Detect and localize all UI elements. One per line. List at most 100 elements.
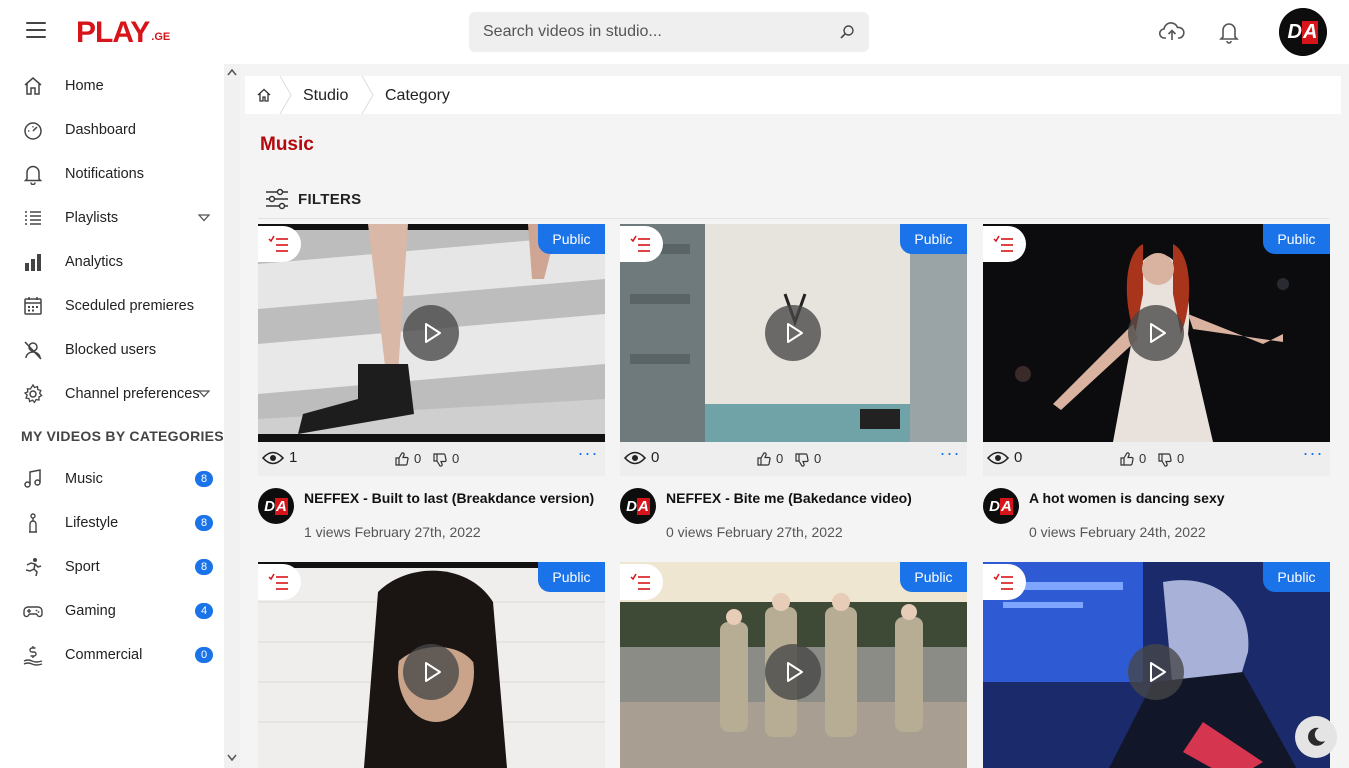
channel-avatar[interactable]: DA <box>258 488 294 524</box>
video-info: DA NEFFEX - Built to last (Breakdance ve… <box>258 486 605 546</box>
watch-later-button[interactable] <box>983 564 1026 600</box>
notification-bell-icon[interactable] <box>1216 20 1242 44</box>
divider <box>258 218 1329 219</box>
breadcrumb-category[interactable]: Category <box>385 87 450 105</box>
dislike-count: 0 <box>1177 451 1185 466</box>
view-count: 0 <box>651 449 660 466</box>
sidebar: Home Dashboard Notifications Playlists A… <box>0 64 224 768</box>
video-thumbnail[interactable]: Public <box>620 224 967 442</box>
sidebar-item-scheduled-premieres[interactable]: Sceduled premieres <box>0 284 224 328</box>
sidebar-item-notifications[interactable]: Notifications <box>0 152 224 196</box>
thumbs-up-icon[interactable] <box>757 452 771 466</box>
view-count: 0 <box>1014 449 1023 466</box>
eye-icon <box>624 451 646 465</box>
category-item-lifestyle[interactable]: Lifestyle 8 <box>0 501 224 545</box>
sidebar-item-home[interactable]: Home <box>0 64 224 108</box>
visibility-badge: Public <box>900 562 967 592</box>
watch-later-button[interactable] <box>620 564 663 600</box>
sidebar-scrollbar[interactable] <box>224 64 240 768</box>
search-input[interactable] <box>483 12 823 52</box>
more-options-button[interactable]: ··· <box>571 442 605 476</box>
category-item-gaming[interactable]: Gaming 4 <box>0 589 224 633</box>
like-count: 0 <box>1139 451 1147 466</box>
watch-later-button[interactable] <box>620 226 663 262</box>
sliders-icon <box>266 188 288 210</box>
sidebar-item-channel-preferences[interactable]: Channel preferences <box>0 372 224 416</box>
more-options-button[interactable]: ··· <box>1296 442 1330 476</box>
more-options-button[interactable]: ··· <box>933 442 967 476</box>
breadcrumb-home-icon[interactable] <box>257 88 271 102</box>
video-meta: 0 views February 27th, 2022 <box>666 524 843 540</box>
video-thumbnail[interactable]: Public <box>258 224 605 442</box>
watch-later-button[interactable] <box>983 226 1026 262</box>
chevron-down-icon[interactable] <box>198 214 210 222</box>
sidebar-item-playlists[interactable]: Playlists <box>0 196 224 240</box>
hamburger-menu-icon[interactable] <box>26 22 46 40</box>
play-button[interactable] <box>1128 644 1184 700</box>
visibility-badge: Public <box>538 224 605 254</box>
bell-icon <box>23 165 43 185</box>
video-title[interactable]: NEFFEX - Bite me (Bakedance video) <box>666 490 966 506</box>
video-info: DA NEFFEX - Bite me (Bakedance video) 0 … <box>620 486 967 546</box>
sidebar-item-blocked-users[interactable]: Blocked users <box>0 328 224 372</box>
upload-cloud-icon[interactable] <box>1159 20 1185 44</box>
play-button[interactable] <box>1128 305 1184 361</box>
category-label: Music <box>65 471 103 487</box>
logo[interactable]: PLAY .GE <box>76 14 170 50</box>
visibility-badge: Public <box>900 224 967 254</box>
thumbs-down-icon[interactable] <box>795 453 809 467</box>
count-badge: 8 <box>195 515 213 531</box>
calendar-icon <box>24 297 42 315</box>
video-stats: 0 0 0 ··· <box>620 442 967 476</box>
video-title[interactable]: NEFFEX - Built to last (Breakdance versi… <box>304 490 604 506</box>
sidebar-item-label: Dashboard <box>65 122 136 138</box>
breadcrumb-studio[interactable]: Studio <box>303 87 348 105</box>
top-bar: PLAY .GE DA <box>0 0 1349 64</box>
search-icon[interactable] <box>839 24 855 40</box>
count-badge: 8 <box>195 471 213 487</box>
gear-icon <box>23 383 43 404</box>
logo-suffix: .GE <box>151 31 171 43</box>
play-button[interactable] <box>765 305 821 361</box>
video-thumbnail[interactable]: Public <box>983 224 1330 442</box>
watch-later-button[interactable] <box>258 226 301 262</box>
sidebar-item-analytics[interactable]: Analytics <box>0 240 224 284</box>
video-stats: 0 0 0 ··· <box>983 442 1330 476</box>
scroll-up-arrow-icon[interactable] <box>227 68 237 76</box>
category-label: Sport <box>65 559 100 575</box>
category-item-commercial[interactable]: Commercial 0 <box>0 633 224 677</box>
dashboard-icon <box>24 122 42 140</box>
running-icon <box>25 558 42 577</box>
play-button[interactable] <box>403 305 459 361</box>
chevron-down-icon[interactable] <box>198 390 210 398</box>
video-thumbnail[interactable]: Public <box>983 562 1330 768</box>
playlist-icon <box>25 211 41 225</box>
sidebar-item-dashboard[interactable]: Dashboard <box>0 108 224 152</box>
watch-later-button[interactable] <box>258 564 301 600</box>
playlist-check-icon <box>993 235 1013 252</box>
sidebar-item-label: Playlists <box>65 210 119 226</box>
dark-mode-toggle[interactable] <box>1295 716 1337 758</box>
dislike-count: 0 <box>814 451 822 466</box>
video-thumbnail[interactable]: Public <box>620 562 967 768</box>
count-badge: 4 <box>195 603 213 619</box>
dislike-count: 0 <box>452 451 460 466</box>
playlist-check-icon <box>630 235 650 252</box>
thumbs-up-icon[interactable] <box>1120 452 1134 466</box>
channel-avatar[interactable]: DA <box>983 488 1019 524</box>
play-button[interactable] <box>765 644 821 700</box>
channel-avatar[interactable]: DA <box>620 488 656 524</box>
user-avatar[interactable]: DA <box>1279 8 1327 56</box>
category-item-sport[interactable]: Sport 8 <box>0 545 224 589</box>
play-button[interactable] <box>403 644 459 700</box>
filters-button[interactable]: FILTERS <box>264 186 361 212</box>
scroll-down-arrow-icon[interactable] <box>227 754 237 762</box>
video-meta: 0 views February 24th, 2022 <box>1029 524 1206 540</box>
video-thumbnail[interactable]: Public <box>258 562 605 768</box>
thumbs-down-icon[interactable] <box>433 453 447 467</box>
thumbs-up-icon[interactable] <box>395 452 409 466</box>
category-item-music[interactable]: Music 8 <box>0 457 224 501</box>
visibility-badge: Public <box>1263 224 1330 254</box>
thumbs-down-icon[interactable] <box>1158 453 1172 467</box>
video-title[interactable]: A hot women is dancing sexy <box>1029 490 1329 506</box>
